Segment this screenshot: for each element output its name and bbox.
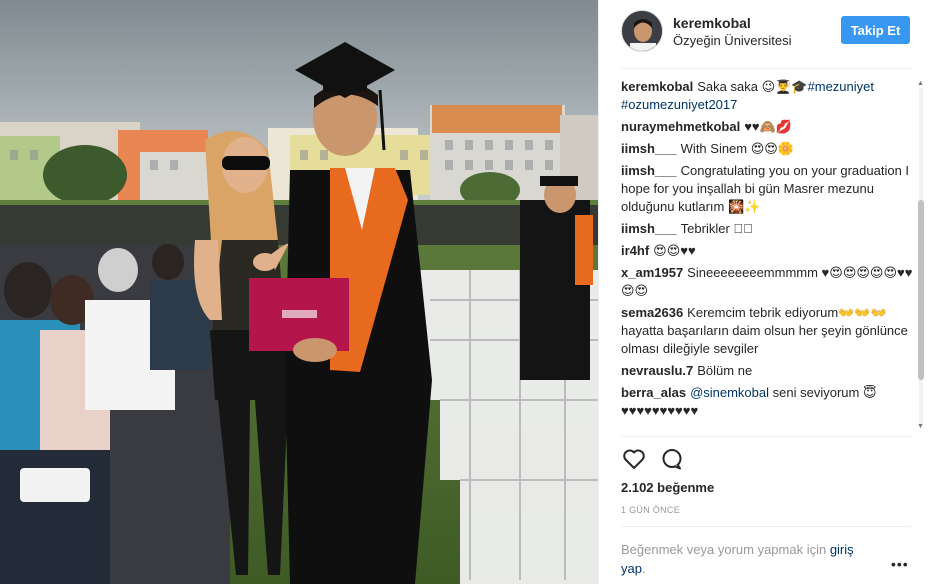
post-timestamp: 1 GÜN ÖNCE xyxy=(621,505,681,515)
login-prompt: Beğenmek veya yorum yapmak için giriş ya… xyxy=(621,540,881,578)
comment-username[interactable]: iimsh___ xyxy=(621,163,677,178)
likes-count[interactable]: 2.102 beğenme xyxy=(621,480,714,495)
comment-text: Tebrikler ⃞⃞ xyxy=(680,221,753,236)
comment-username[interactable]: nuraymehmetkobal xyxy=(621,119,740,134)
divider xyxy=(621,436,911,437)
graduation-photo xyxy=(0,0,598,584)
comment-username[interactable]: keremkobal xyxy=(621,79,693,94)
comment-item: iimsh___ Tebrikler ⃞⃞ xyxy=(621,220,913,238)
comment-item: nuraymehmetkobal ♥♥🙈💋 xyxy=(621,118,913,136)
login-prompt-suffix: . xyxy=(641,561,646,576)
scroll-up-arrow-icon[interactable]: ▲ xyxy=(917,80,924,87)
divider xyxy=(621,526,911,527)
divider xyxy=(621,68,911,69)
comment-mention[interactable]: @sinemkobal xyxy=(690,385,769,400)
post-photo[interactable] xyxy=(0,0,598,584)
comment-username[interactable]: iimsh___ xyxy=(621,141,677,156)
comment-username[interactable]: ir4hf xyxy=(621,243,649,258)
comment-username[interactable]: nevrauslu.7 xyxy=(621,363,693,378)
comments-scrollbar[interactable]: ▲ ▼ xyxy=(917,80,925,432)
post-username[interactable]: keremkobal xyxy=(673,15,751,31)
comment-item: sema2636 Keremcim tebrik ediyorum👐👐👐 haya… xyxy=(621,304,913,358)
more-options-icon[interactable]: ••• xyxy=(891,556,909,572)
comment-text: ♥♥🙈💋 xyxy=(744,119,793,134)
instagram-post: keremkobal Özyeğin Üniversitesi Takip Et… xyxy=(0,0,928,584)
post-header: keremkobal Özyeğin Üniversitesi Takip Et xyxy=(599,0,928,68)
comment-username[interactable]: iimsh___ xyxy=(621,221,677,236)
comment-text: With Sinem 😍😍🌼 xyxy=(680,141,795,156)
comment-item: iimsh___ With Sinem 😍😍🌼 xyxy=(621,140,913,158)
follow-button[interactable]: Takip Et xyxy=(841,16,910,44)
comment-item: keremkobal Saka saka 😉👨‍🎓🎓#mezuniyet #ozu… xyxy=(621,78,913,114)
comment-item: ir4hf 😍😍♥♥ xyxy=(621,242,913,260)
comment-item: iimsh___ Congratulating you on your gradu… xyxy=(621,162,913,216)
comment-item: x_am1957 Sineeeeeeeemmmmm ♥😍😍😍😍😍♥♥😍😍 xyxy=(621,264,913,300)
post-location[interactable]: Özyeğin Üniversitesi xyxy=(673,33,792,48)
speech-bubble-icon[interactable] xyxy=(659,446,685,472)
avatar[interactable] xyxy=(621,10,663,52)
post-sidebar: keremkobal Özyeğin Üniversitesi Takip Et… xyxy=(598,0,928,584)
comment-item: nevrauslu.7 Bölüm ne xyxy=(621,362,913,380)
login-prompt-text: Beğenmek veya yorum yapmak için xyxy=(621,542,830,557)
comment-username[interactable]: sema2636 xyxy=(621,305,683,320)
comment-item: berra_alas @sinemkobal seni seviyorum 😇 ♥… xyxy=(621,384,913,420)
diploma xyxy=(249,278,349,351)
comment-username[interactable]: berra_alas xyxy=(621,385,686,400)
heart-outline-icon[interactable] xyxy=(621,446,647,472)
avatar-image xyxy=(622,11,662,51)
comment-text: Bölüm ne xyxy=(697,363,753,378)
comment-text: Saka saka 😉👨‍🎓🎓 xyxy=(697,79,808,94)
scrollbar-thumb[interactable] xyxy=(918,200,924,380)
scroll-down-arrow-icon[interactable]: ▼ xyxy=(917,423,924,430)
comments-list: keremkobal Saka saka 😉👨‍🎓🎓#mezuniyet #ozu… xyxy=(621,78,913,434)
comment-username[interactable]: x_am1957 xyxy=(621,265,683,280)
comment-text: 😍😍♥♥ xyxy=(653,243,696,258)
